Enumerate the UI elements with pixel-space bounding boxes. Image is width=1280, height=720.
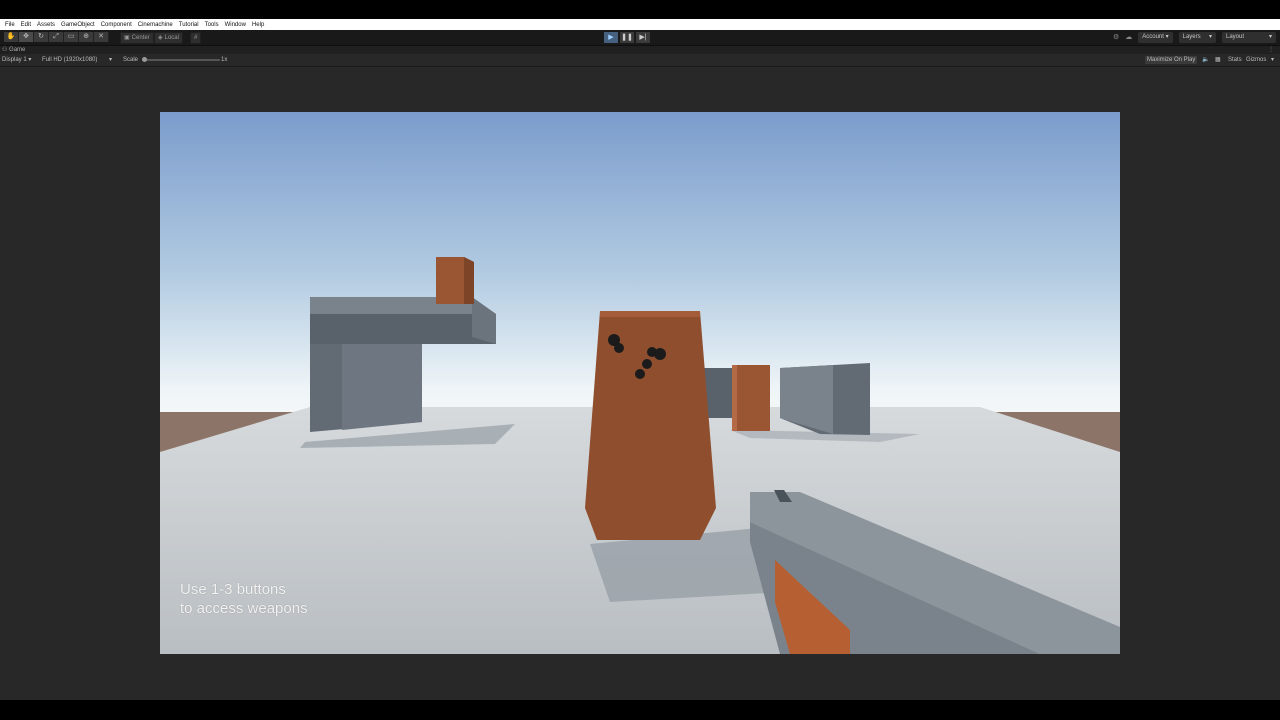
hand-tool-icon[interactable]: ✋ <box>4 32 19 42</box>
orange-block-side <box>464 257 474 304</box>
menu-help[interactable]: Help <box>252 22 264 28</box>
layout-label: Layout <box>1226 34 1245 40</box>
pivot-center-icon: ▣ <box>124 35 130 41</box>
layers-label: Layers <box>1182 34 1201 40</box>
pause-button-icon[interactable]: ❚❚ <box>620 32 634 43</box>
center-target-block <box>585 311 716 540</box>
move-tool-icon[interactable]: ✥ <box>19 32 34 42</box>
stats-toggle[interactable]: Stats <box>1228 54 1242 66</box>
scale-label: Scale <box>123 57 139 63</box>
display-label: Display 1 <box>2 57 27 63</box>
scale-value: 1x <box>221 57 228 63</box>
pivot-local-icon: ◈ <box>158 35 163 41</box>
play-button-icon[interactable]: ▶ <box>604 32 618 43</box>
gamepad-icon: ⚇ <box>2 47 10 53</box>
gizmos-toggle[interactable]: Gizmos <box>1246 54 1266 66</box>
top-letterbox <box>0 0 1280 19</box>
main-toolbar: ✋ ✥ ↻ ⤢ ▭ ⊕ ✕ ▣ Center ◈ Local # ▶ ❚❚ ▶|… <box>0 30 1280 46</box>
menu-assets[interactable]: Assets <box>37 22 55 28</box>
playback-controls: ▶ ❚❚ ▶| <box>604 32 650 43</box>
scale-slider-handle[interactable] <box>142 57 147 62</box>
menu-gameobject[interactable]: GameObject <box>61 22 95 28</box>
tab-game-label: Game <box>9 47 26 53</box>
chevron-down-icon: ▾ <box>1165 34 1169 40</box>
chevron-down-icon: ▾ <box>1202 34 1212 40</box>
hint-line-1: Use 1-3 buttons <box>180 581 286 598</box>
rotate-tool-icon[interactable]: ↻ <box>34 32 49 42</box>
pivot-local-label: Local <box>164 35 179 41</box>
resolution-selector[interactable]: Full HD (1920x1080) ▾ <box>42 54 112 66</box>
mute-audio-icon[interactable]: 🔈 <box>1202 54 1209 66</box>
more-options-icon[interactable]: ⋮ <box>1268 46 1274 54</box>
transform-tool-icon[interactable]: ⊕ <box>79 32 94 42</box>
hint-line-2: to access weapons <box>180 600 308 617</box>
scale-tool-icon[interactable]: ⤢ <box>49 32 64 42</box>
settings-icon[interactable]: ⚙ <box>1113 32 1119 43</box>
bottom-letterbox <box>0 700 1280 720</box>
layout-dropdown[interactable]: Layout ▾ <box>1222 32 1276 43</box>
right-toolbar: ⚙ ☁ Account ▾ Layers ▾ Layout ▾ <box>1113 32 1276 43</box>
rect-tool-icon[interactable]: ▭ <box>64 32 79 42</box>
grid-snap-icon: # <box>194 35 198 41</box>
layers-dropdown[interactable]: Layers ▾ <box>1178 32 1216 43</box>
menu-tutorial[interactable]: Tutorial <box>179 22 199 28</box>
chevron-down-icon: ▾ <box>28 57 32 63</box>
left-structure-overhang <box>310 314 496 344</box>
chevron-down-icon[interactable]: ▾ <box>1271 54 1274 66</box>
scale-slider[interactable] <box>142 57 220 62</box>
account-label: Account <box>1142 34 1164 40</box>
menu-window[interactable]: Window <box>225 22 246 28</box>
grid-snap-toggle[interactable]: # <box>190 32 202 44</box>
menu-file[interactable]: File <box>5 22 15 28</box>
game-scene <box>160 112 1120 654</box>
left-structure-pillar-side <box>342 344 422 430</box>
cloud-icon[interactable]: ☁ <box>1125 32 1132 43</box>
center-target-top <box>600 311 700 317</box>
weapon-hint-text: Use 1-3 buttons to access weapons <box>180 580 308 618</box>
menu-edit[interactable]: Edit <box>21 22 31 28</box>
game-viewport[interactable]: Use 1-3 buttons to access weapons <box>160 112 1120 654</box>
far-orange-box <box>732 365 770 431</box>
transform-tools: ✋ ✥ ↻ ⤢ ▭ ⊕ ✕ <box>4 32 109 42</box>
account-dropdown[interactable]: Account ▾ <box>1138 32 1173 43</box>
pivot-center-label: Center <box>131 35 150 41</box>
menu-cinemachine[interactable]: Cinemachine <box>138 22 173 28</box>
tab-game[interactable]: ⚇ Game <box>2 46 25 54</box>
game-view-toolbar: Display 1 ▾ Full HD (1920x1080) ▾ Scale … <box>0 54 1280 67</box>
menu-component[interactable]: Component <box>101 22 132 28</box>
step-button-icon[interactable]: ▶| <box>636 32 650 43</box>
custom-tool-icon[interactable]: ✕ <box>94 32 109 42</box>
display-selector[interactable]: Display 1 ▾ <box>2 54 31 66</box>
far-orange-box-side <box>732 365 737 431</box>
menu-tools[interactable]: Tools <box>205 22 219 28</box>
chevron-down-icon: ▾ <box>1268 34 1272 40</box>
panel-tab-strip: ⚇ Game ⋮ <box>0 46 1280 54</box>
chevron-down-icon: ▾ <box>99 57 113 63</box>
maximize-on-play-toggle[interactable]: Maximize On Play <box>1145 56 1198 64</box>
menu-bar: File Edit Assets GameObject Component Ci… <box>0 19 1280 30</box>
pivot-center-toggle[interactable]: ▣ Center <box>120 32 154 44</box>
shortcuts-icon[interactable]: ▦ <box>1215 54 1221 66</box>
resolution-label: Full HD (1920x1080) <box>42 57 98 63</box>
pivot-local-toggle[interactable]: ◈ Local <box>154 32 183 44</box>
